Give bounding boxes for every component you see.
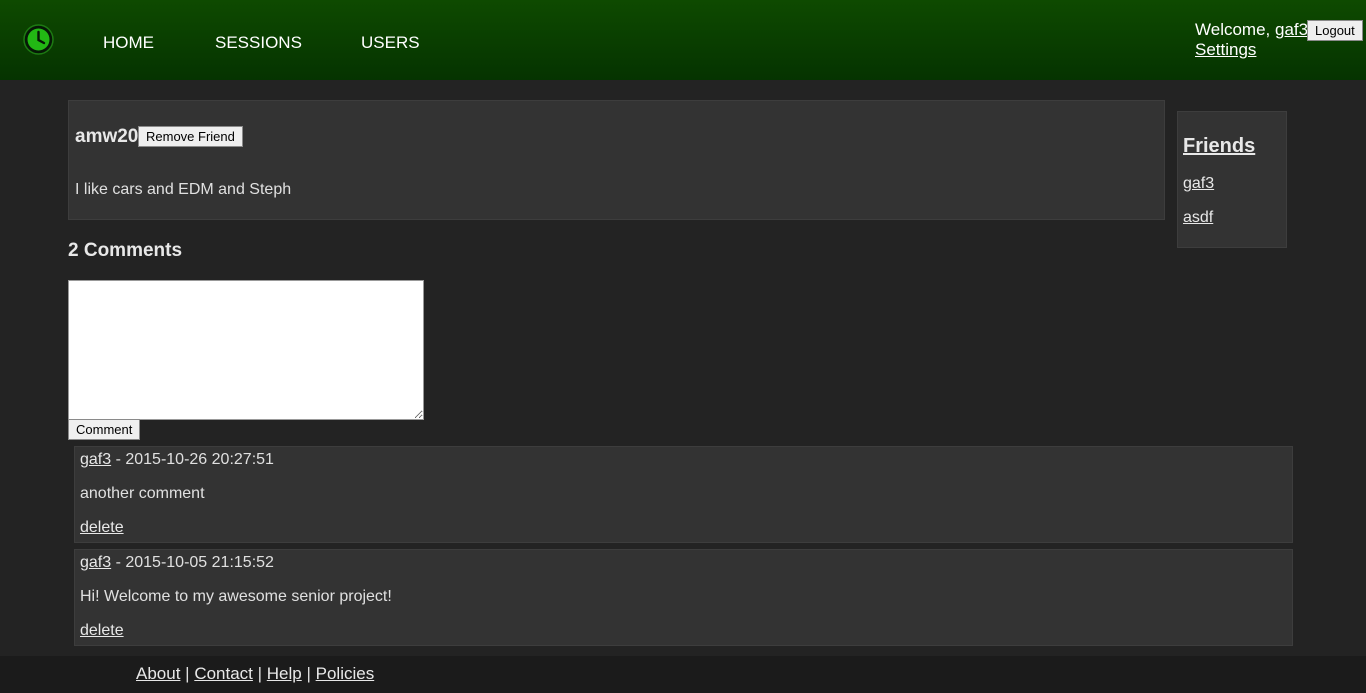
comment-timestamp: - 2015-10-05 21:15:52 bbox=[111, 554, 274, 571]
profile-bio: I like cars and EDM and Steph bbox=[75, 181, 292, 198]
comment-submit-button[interactable]: Comment bbox=[68, 419, 141, 440]
footer-help-link[interactable]: Help bbox=[267, 664, 302, 683]
comment-item: gaf3 - 2015-10-05 21:15:52 Hi! Welcome t… bbox=[74, 549, 1293, 646]
comment-delete-link[interactable]: delete bbox=[80, 622, 124, 640]
comment-timestamp: - 2015-10-26 20:27:51 bbox=[111, 451, 274, 468]
friend-link[interactable]: asdf bbox=[1183, 209, 1213, 227]
comment-input[interactable] bbox=[68, 280, 424, 420]
footer-policies-link[interactable]: Policies bbox=[316, 664, 375, 683]
comment-delete-link[interactable]: delete bbox=[80, 519, 124, 537]
top-nav-bar: HOME SESSIONS USERS Welcome, gaf3 Logout… bbox=[0, 0, 1366, 80]
comment-author-link[interactable]: gaf3 bbox=[80, 554, 111, 571]
friends-heading-link[interactable]: Friends bbox=[1183, 135, 1255, 158]
footer-contact-link[interactable]: Contact bbox=[194, 664, 253, 683]
profile-username: amw20 bbox=[75, 126, 139, 147]
friend-link[interactable]: gaf3 bbox=[1183, 175, 1214, 193]
remove-friend-button[interactable]: Remove Friend bbox=[138, 126, 243, 147]
nav-users-link[interactable]: USERS bbox=[361, 33, 420, 53]
welcome-text: Welcome, gaf3 bbox=[1195, 20, 1308, 40]
comments-count-heading: 2 Comments bbox=[68, 240, 183, 261]
welcome-prefix: Welcome, bbox=[1195, 20, 1275, 39]
comment-header: gaf3 - 2015-10-26 20:27:51 bbox=[80, 451, 274, 469]
friends-panel: Friends gaf3 asdf bbox=[1177, 111, 1287, 248]
logout-button[interactable]: Logout bbox=[1307, 20, 1363, 41]
comment-body: Hi! Welcome to my awesome senior project… bbox=[80, 588, 392, 605]
comment-item: gaf3 - 2015-10-26 20:27:51 another comme… bbox=[74, 446, 1293, 543]
footer-separator: | bbox=[252, 664, 267, 683]
profile-panel: amw20 Remove Friend I like cars and EDM … bbox=[68, 100, 1165, 220]
footer-about-link[interactable]: About bbox=[136, 664, 180, 683]
current-user-link[interactable]: gaf3 bbox=[1275, 20, 1308, 39]
footer: About | Contact | Help | Policies bbox=[0, 656, 1366, 693]
clock-logo-icon[interactable] bbox=[23, 24, 54, 55]
settings-link[interactable]: Settings bbox=[1195, 40, 1256, 60]
footer-separator: | bbox=[180, 664, 195, 683]
footer-separator: | bbox=[301, 664, 316, 683]
comment-header: gaf3 - 2015-10-05 21:15:52 bbox=[80, 554, 274, 572]
comment-author-link[interactable]: gaf3 bbox=[80, 451, 111, 468]
comment-body: another comment bbox=[80, 485, 205, 502]
footer-links: About | Contact | Help | Policies bbox=[136, 664, 374, 684]
nav-sessions-link[interactable]: SESSIONS bbox=[215, 33, 302, 53]
nav-home-link[interactable]: HOME bbox=[103, 33, 154, 53]
